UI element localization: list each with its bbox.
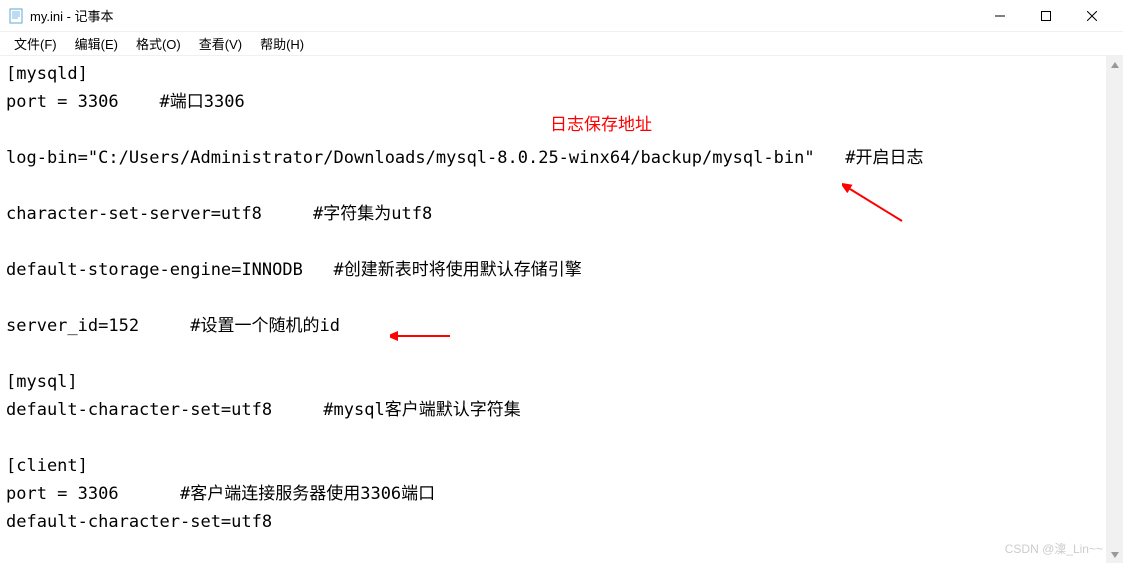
blank-line bbox=[6, 424, 1117, 452]
text-line: default-character-set=utf8 bbox=[6, 508, 1117, 536]
maximize-button[interactable] bbox=[1023, 0, 1069, 32]
menu-format[interactable]: 格式(O) bbox=[128, 32, 189, 55]
blank-line bbox=[6, 228, 1117, 256]
notepad-icon bbox=[8, 8, 24, 24]
window-title: my.ini - 记事本 bbox=[30, 6, 977, 25]
annotation-label: 日志保存地址 bbox=[550, 111, 652, 139]
text-line: character-set-server=utf8 #字符集为utf8 bbox=[6, 200, 1117, 228]
scroll-up-button[interactable] bbox=[1106, 56, 1123, 73]
text-line: log-bin="C:/Users/Administrator/Download… bbox=[6, 144, 1117, 172]
text-line: [mysqld] bbox=[6, 60, 1117, 88]
text-line: server_id=152 #设置一个随机的id bbox=[6, 312, 1117, 340]
scrollbar[interactable] bbox=[1106, 56, 1123, 563]
menu-file[interactable]: 文件(F) bbox=[6, 32, 65, 55]
menu-edit[interactable]: 编辑(E) bbox=[67, 32, 126, 55]
menu-help[interactable]: 帮助(H) bbox=[252, 32, 312, 55]
blank-line bbox=[6, 172, 1117, 200]
editor-area[interactable]: [mysqld] port = 3306 #端口3306 log-bin="C:… bbox=[0, 56, 1123, 563]
blank-line bbox=[6, 340, 1117, 368]
text-line: [client] bbox=[6, 452, 1117, 480]
text-line: default-character-set=utf8 #mysql客户端默认字符… bbox=[6, 396, 1117, 424]
watermark: CSDN @澟_Lin~~ bbox=[1005, 540, 1103, 557]
text-line: [mysql] bbox=[6, 368, 1117, 396]
text-line: default-storage-engine=INNODB #创建新表时将使用默… bbox=[6, 256, 1117, 284]
minimize-button[interactable] bbox=[977, 0, 1023, 32]
titlebar: my.ini - 记事本 bbox=[0, 0, 1123, 32]
scroll-down-button[interactable] bbox=[1106, 546, 1123, 563]
blank-line bbox=[6, 284, 1117, 312]
text-line: port = 3306 #客户端连接服务器使用3306端口 bbox=[6, 480, 1117, 508]
menubar: 文件(F) 编辑(E) 格式(O) 查看(V) 帮助(H) bbox=[0, 32, 1123, 56]
close-button[interactable] bbox=[1069, 0, 1115, 32]
arrow-icon bbox=[390, 326, 460, 346]
arrow-icon bbox=[842, 181, 912, 231]
window-controls bbox=[977, 0, 1115, 32]
menu-view[interactable]: 查看(V) bbox=[191, 32, 250, 55]
